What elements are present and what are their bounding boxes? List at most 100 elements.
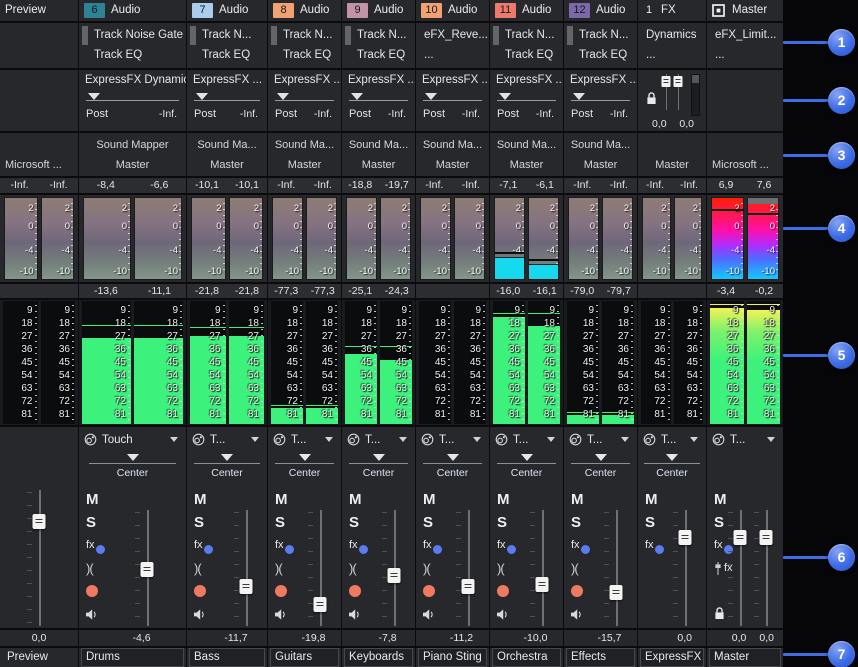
solo-button[interactable]: S [275,511,294,534]
solo-button[interactable]: S [86,511,105,534]
pan-control[interactable]: Center [342,450,415,486]
phase-invert-button[interactable]: )( [275,557,294,580]
pan-handle-icon[interactable] [447,454,459,461]
volume-fader[interactable] [307,510,333,626]
fx-plugin-item[interactable]: eFX_Reve... [416,25,489,45]
solo-button[interactable]: S [194,511,213,534]
send-tap-mode[interactable]: Post [571,108,593,120]
fx-plugin-item[interactable]: ... [638,45,706,65]
volume-fader[interactable] [134,510,160,626]
mute-button[interactable]: M [275,488,294,511]
pan-handle-icon[interactable] [595,454,607,461]
automation-mode-dropdown[interactable]: T... [342,427,415,450]
solo-button[interactable]: S [497,511,516,534]
phase-invert-button[interactable]: )( [423,557,442,580]
record-arm-button[interactable] [497,580,516,603]
pan-handle-icon[interactable] [666,454,678,461]
record-arm-button[interactable] [423,580,442,603]
automation-mode-dropdown[interactable]: T... [564,427,637,450]
fx-plugin-item[interactable]: Track EQ [564,45,637,65]
routing-bus[interactable]: Master [342,155,415,175]
fx-plugin-item[interactable]: Track N... [490,25,563,45]
fader-handle[interactable] [610,585,623,600]
fx-list-scrollbar[interactable] [271,26,277,45]
fx-plugin-item[interactable]: Track EQ [342,45,415,65]
fx-plugin-item[interactable]: Track Noise Gate [79,25,186,45]
routing-device[interactable] [707,135,783,155]
send-tap-mode[interactable]: Post [349,108,371,120]
send-tap-mode[interactable]: Post [497,108,519,120]
fx-plugin-item[interactable]: Track N... [187,25,267,45]
pan-control[interactable]: Center [416,450,489,486]
volume-fader[interactable] [603,510,629,626]
send-tap-mode[interactable]: Post [423,108,445,120]
fx-bypass-button[interactable]: fx [275,534,294,557]
chevron-down-icon[interactable] [170,437,178,442]
send-slider-handle-icon[interactable] [277,93,289,100]
fx-plugin-item[interactable]: Track EQ [79,45,186,65]
mute-button[interactable]: M [349,488,368,511]
express-fx-send-slider[interactable] [268,86,341,106]
express-fx-name[interactable]: ExpressFX ... [490,70,563,86]
routing-device[interactable]: Sound Ma... [187,135,267,155]
mute-button[interactable]: M [86,488,105,511]
record-arm-button[interactable] [275,580,294,603]
fx-bypass-button[interactable]: fx [571,534,590,557]
track-label-input[interactable]: ExpressFX ... [640,648,704,667]
track-header[interactable]: 10Audio [416,0,489,21]
fx-bypass-button[interactable]: fx [645,534,664,557]
express-fx-name[interactable]: ExpressFX ... [187,70,267,86]
express-fx-name[interactable]: ExpressFX Dynamics [79,70,186,86]
automation-mode-dropdown[interactable]: T... [707,427,783,450]
express-fx-send-slider[interactable] [79,86,186,106]
track-header[interactable]: Master [707,0,783,21]
track-header[interactable]: 6Audio [79,0,186,21]
fader-handle[interactable] [679,530,692,545]
fx-bypass-button[interactable]: fx [194,534,213,557]
fx-bus-level-bar[interactable] [691,74,700,116]
fx-list-scrollbar[interactable] [493,26,499,45]
solo-button[interactable]: S [645,511,664,534]
track-label-input[interactable]: Drums [81,648,184,667]
send-slider-handle-icon[interactable] [425,93,437,100]
volume-fader[interactable] [727,510,753,626]
express-fx-name[interactable]: ExpressFX ... [342,70,415,86]
routing-device[interactable]: Sound Ma... [564,135,637,155]
fx-plugin-item[interactable]: Track EQ [490,45,563,65]
monitor-button[interactable] [86,603,105,626]
express-fx-send-slider[interactable] [187,86,267,106]
automation-mode-dropdown[interactable]: T... [416,427,489,450]
mute-button[interactable]: M [645,488,664,511]
routing-device[interactable]: Sound Ma... [416,135,489,155]
monitor-button[interactable] [497,603,516,626]
fader-handle[interactable] [760,530,773,545]
routing-device[interactable]: Sound Ma... [342,135,415,155]
fader-handle[interactable] [240,579,253,594]
fader-handle[interactable] [536,577,549,592]
phase-invert-button[interactable]: )( [194,557,213,580]
fx-bypass-button[interactable]: fx [497,534,516,557]
track-header[interactable]: Preview [0,0,78,21]
solo-button[interactable]: S [423,511,442,534]
automation-mode-dropdown[interactable]: T... [187,427,267,450]
fx-plugin-item[interactable]: ... [416,45,489,65]
monitor-button[interactable] [194,603,213,626]
monitor-button[interactable] [571,603,590,626]
routing-device[interactable] [0,135,78,155]
track-label-input[interactable]: Bass [189,648,265,667]
monitor-button[interactable] [349,603,368,626]
send-tap-mode[interactable]: Post [86,108,108,120]
pan-handle-icon[interactable] [299,454,311,461]
phase-invert-button[interactable]: )( [86,557,105,580]
track-header[interactable]: 1FX [638,0,706,21]
volume-fader[interactable] [26,490,52,626]
send-tap-mode[interactable]: Post [194,108,216,120]
volume-fader[interactable] [233,510,259,626]
pan-control[interactable]: Center [187,450,267,486]
phase-invert-button[interactable]: )( [571,557,590,580]
chevron-down-icon[interactable] [325,437,333,442]
fx-plugin-item[interactable]: Track N... [342,25,415,45]
fx-bus-mini-fader[interactable] [663,74,669,110]
volume-fader[interactable] [455,510,481,626]
fader-handle[interactable] [141,562,154,577]
